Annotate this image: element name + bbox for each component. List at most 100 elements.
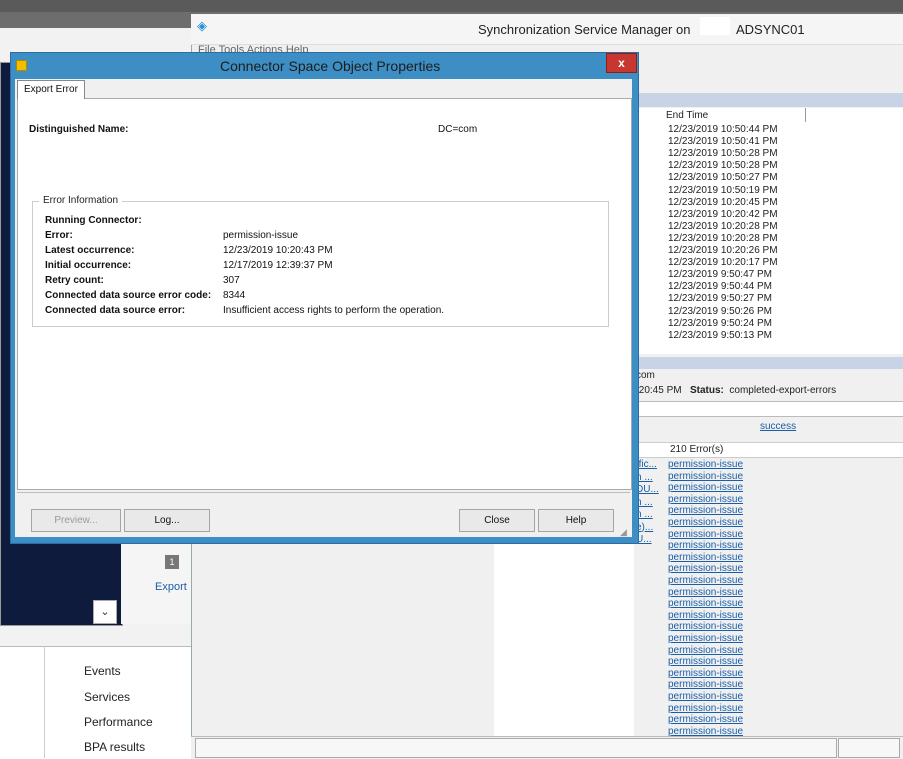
details-header-bar — [630, 357, 903, 369]
dialog-title: Connector Space Object Properties — [220, 58, 441, 74]
help-button[interactable]: Help — [538, 509, 614, 532]
error-link[interactable]: permission-issue — [668, 471, 743, 482]
success-link[interactable]: success — [760, 421, 796, 432]
nav-item-services[interactable]: Services — [84, 690, 130, 704]
status-label: Status: — [689, 385, 724, 396]
close-icon[interactable]: x — [606, 53, 637, 73]
running-connector-label: Running Connector: — [45, 215, 142, 226]
initial-occurrence-label: Initial occurrence: — [45, 260, 132, 271]
error-object-cell[interactable]: n ... — [636, 472, 664, 483]
sync-app-icon: ◈ — [197, 18, 207, 33]
nav-item-performance[interactable]: Performance — [84, 715, 153, 729]
error-link[interactable]: permission-issue — [668, 459, 743, 470]
error-link[interactable]: permission-issue — [668, 517, 743, 528]
tab-export-error[interactable]: Export Error — [17, 80, 85, 99]
error-link[interactable]: permission-issue — [668, 505, 743, 516]
end-time-cell[interactable]: 12/23/2019 10:50:44 PM — [668, 125, 778, 135]
end-time-cell[interactable]: 12/23/2019 9:50:44 PM — [668, 282, 772, 292]
end-time-cell[interactable]: 12/23/2019 10:20:17 PM — [668, 258, 778, 268]
status-value: completed-export-errors — [729, 385, 837, 396]
preview-button[interactable]: Preview... — [31, 509, 121, 532]
end-time-partial: :20:45 PM Status: completed-export-error… — [636, 385, 836, 396]
error-object-cell[interactable]: ffic... — [636, 459, 664, 470]
distinguished-name-value: DC=com — [438, 124, 478, 135]
error-code-label: Connected data source error code: — [45, 290, 212, 301]
end-time-cell[interactable]: 12/23/2019 10:50:27 PM — [668, 173, 778, 183]
retry-count-label: Retry count: — [45, 275, 104, 286]
error-information-title: Error Information — [39, 195, 123, 206]
sync-manager-host: ADSYNC01 — [736, 22, 805, 37]
close-button[interactable]: Close — [459, 509, 535, 532]
error-link[interactable]: permission-issue — [668, 656, 743, 667]
error-link[interactable]: permission-issue — [668, 529, 743, 540]
error-link[interactable]: permission-issue — [668, 540, 743, 551]
error-link[interactable]: permission-issue — [668, 621, 743, 632]
error-link[interactable]: permission-issue — [668, 703, 743, 714]
sync-manager-title: Synchronization Service Manager on — [478, 22, 691, 37]
end-time-cell[interactable]: 12/23/2019 9:50:26 PM — [668, 306, 772, 317]
export-icon[interactable]: 1 — [165, 555, 179, 569]
status-bar-panel — [195, 738, 837, 758]
data-source-error-label: Connected data source error: — [45, 305, 186, 316]
error-link[interactable]: permission-issue — [668, 679, 743, 690]
end-time-column-header[interactable]: End Time — [666, 110, 708, 121]
error-link[interactable]: permission-issue — [668, 563, 743, 574]
error-link[interactable]: permission-issue — [668, 633, 743, 644]
stats-grid — [630, 401, 903, 417]
error-link[interactable]: permission-issue — [668, 494, 743, 505]
error-link[interactable]: permission-issue — [668, 714, 743, 725]
error-object-cell[interactable]: U... — [636, 534, 664, 545]
error-object-cell[interactable]: n ... — [636, 497, 664, 508]
end-time-cell[interactable]: 12/23/2019 9:50:47 PM — [668, 270, 772, 280]
end-time-cell[interactable]: 12/23/2019 9:50:13 PM — [668, 330, 772, 341]
error-link[interactable]: permission-issue — [668, 668, 743, 679]
data-source-error-value: Insufficient access rights to perform th… — [223, 305, 445, 316]
end-time-cell[interactable]: 12/23/2019 10:50:28 PM — [668, 149, 778, 159]
error-link[interactable]: permission-issue — [668, 587, 743, 598]
end-time-cell[interactable]: 12/23/2019 10:50:19 PM — [668, 185, 778, 196]
error-object-cell[interactable]: e)... — [636, 522, 664, 533]
end-time-cell[interactable]: 12/23/2019 9:50:24 PM — [668, 318, 772, 329]
resize-grip-icon[interactable]: ◢ — [620, 527, 630, 537]
error-link[interactable]: permission-issue — [668, 691, 743, 702]
end-time-cell[interactable]: 12/23/2019 10:50:41 PM — [668, 137, 778, 147]
status-bar-panel — [838, 738, 900, 758]
redacted-block — [700, 17, 730, 35]
redacted-area — [494, 540, 634, 740]
dialog-app-icon — [16, 60, 27, 71]
errors-count-header[interactable]: 210 Error(s) — [670, 444, 723, 455]
initial-occurrence-value: 12/17/2019 12:39:37 PM — [223, 260, 333, 271]
error-link[interactable]: permission-issue — [668, 645, 743, 656]
end-time-cell[interactable]: 12/23/2019 10:50:28 PM — [668, 161, 778, 171]
column-divider — [805, 108, 806, 122]
retry-count-value: 307 — [223, 275, 240, 286]
export-link[interactable]: Export — [155, 581, 187, 593]
end-time-cell[interactable]: 12/23/2019 10:20:42 PM — [668, 209, 778, 220]
error-link[interactable]: permission-issue — [668, 610, 743, 621]
error-link[interactable]: permission-issue — [668, 482, 743, 493]
end-time-cell[interactable]: 12/23/2019 10:20:26 PM — [668, 246, 778, 256]
operations-header-bar — [630, 93, 903, 107]
error-object-cell[interactable]: n ... — [636, 509, 664, 520]
end-time-cell[interactable]: 12/23/2019 10:20:45 PM — [668, 197, 778, 208]
error-code-value: 8344 — [223, 290, 246, 301]
end-time-cell[interactable]: 12/23/2019 10:20:28 PM — [668, 233, 778, 244]
log-button[interactable]: Log... — [124, 509, 210, 532]
end-time-cell[interactable]: 12/23/2019 10:20:28 PM — [668, 221, 778, 232]
nav-item-bpa-results[interactable]: BPA results — [84, 740, 145, 754]
error-label: Error: — [45, 230, 73, 241]
end-time-cell[interactable]: 12/23/2019 9:50:27 PM — [668, 294, 772, 304]
nav-item-events[interactable]: Events — [84, 664, 121, 678]
footer-divider — [17, 492, 630, 493]
error-object-cell[interactable]: DU... — [636, 484, 664, 495]
nav-list-column — [0, 646, 45, 758]
sync-manager-menu[interactable]: File Tools Actions Help — [198, 44, 308, 52]
error-link[interactable]: permission-issue — [668, 575, 743, 586]
distinguished-name-label: Distinguished Name: — [29, 124, 129, 135]
end-time-partial-text: :20:45 PM — [636, 385, 682, 396]
chevron-down-icon[interactable]: ⌄ — [93, 600, 117, 624]
error-link[interactable]: permission-issue — [668, 598, 743, 609]
error-value: permission-issue — [223, 230, 299, 241]
latest-occurrence-label: Latest occurrence: — [45, 245, 135, 256]
error-link[interactable]: permission-issue — [668, 552, 743, 563]
